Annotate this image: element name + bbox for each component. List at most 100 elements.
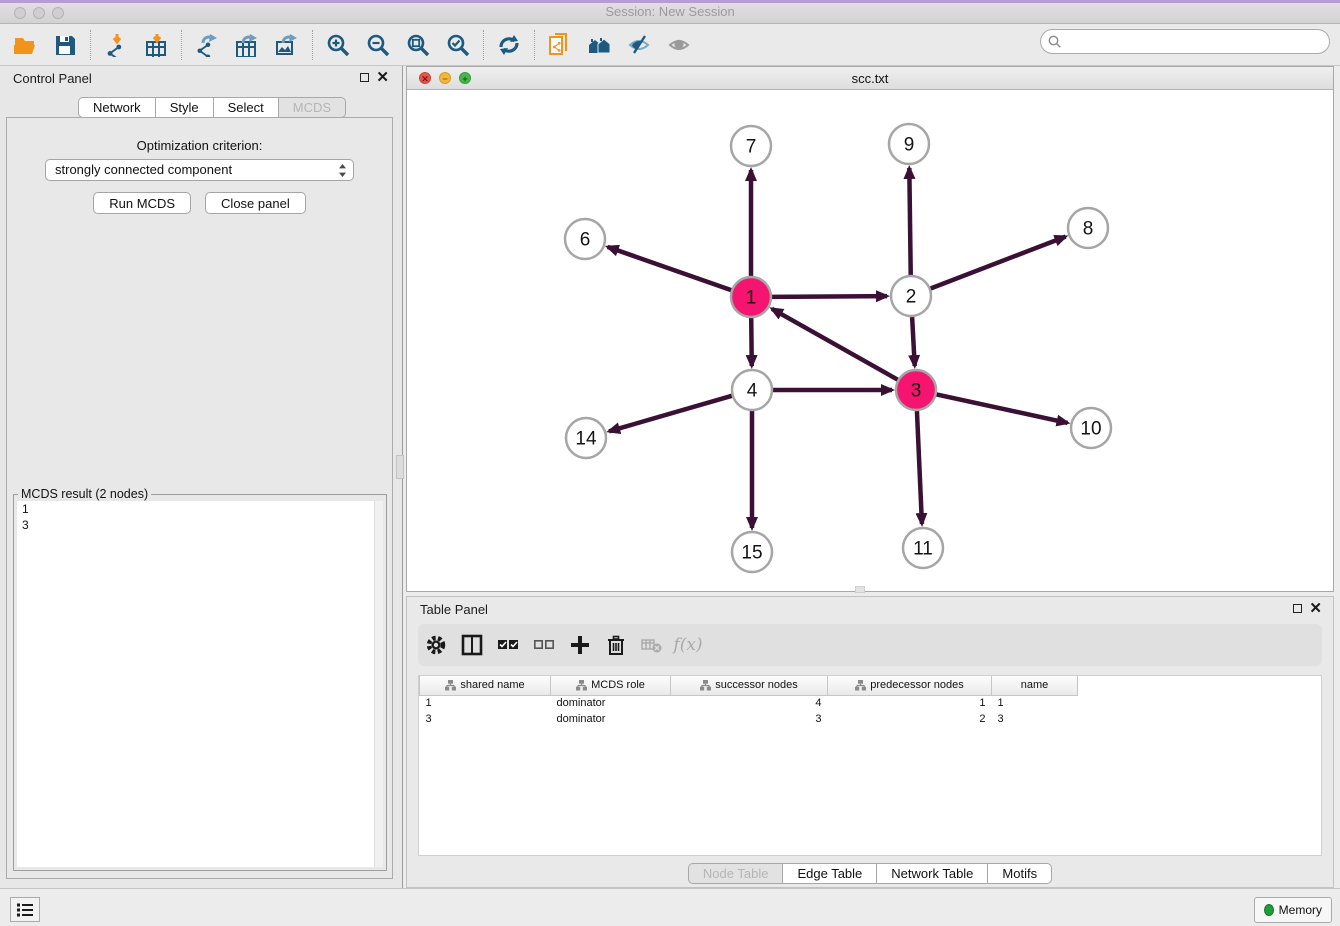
cell-predecessor-nodes[interactable]: 1 xyxy=(828,695,992,711)
open-folder-button[interactable] xyxy=(8,29,42,61)
node-11[interactable]: 11 xyxy=(903,528,943,568)
node-8[interactable]: 8 xyxy=(1068,208,1108,248)
cell-MCDS-role[interactable]: dominator xyxy=(551,711,671,727)
tab-network[interactable]: Network xyxy=(78,97,155,118)
task-history-button[interactable] xyxy=(10,897,40,922)
eye-slash-button[interactable] xyxy=(623,29,657,61)
tab-motifs[interactable]: Motifs xyxy=(987,863,1052,884)
control-panel-title: Control Panel xyxy=(13,71,92,86)
memory-status-icon xyxy=(1264,904,1274,916)
criterion-value: strongly connected component xyxy=(55,162,232,177)
edge-1-2[interactable] xyxy=(772,296,887,297)
edge-1-4[interactable] xyxy=(751,318,752,366)
column-header-successor-nodes[interactable]: successor nodes xyxy=(671,676,828,695)
search-input[interactable] xyxy=(1066,35,1329,49)
node-7[interactable]: 7 xyxy=(731,126,771,166)
zoom-selected-button[interactable] xyxy=(441,29,475,61)
node-table: shared nameMCDS rolesuccessor nodesprede… xyxy=(418,675,1322,856)
node-3[interactable]: 3 xyxy=(896,370,936,410)
edge-2-3[interactable] xyxy=(912,317,915,366)
network-canvas[interactable]: 7 9 6 8 1 2 4 3 14 10 15 11 xyxy=(407,90,1333,591)
node-label: 7 xyxy=(746,137,757,158)
export-table-icon xyxy=(235,33,259,57)
cell-MCDS-role[interactable]: dominator xyxy=(551,695,671,711)
node-10[interactable]: 10 xyxy=(1071,408,1111,448)
close-panel-icon[interactable]: ✕ xyxy=(376,68,389,86)
table-row[interactable]: 1dominator411 xyxy=(420,695,1078,711)
mcds-result-list[interactable]: 13 xyxy=(17,501,383,867)
run-mcds-button[interactable]: Run MCDS xyxy=(93,192,191,214)
gear-button[interactable] xyxy=(418,628,454,662)
hierarchy-icon xyxy=(576,680,587,691)
node-2[interactable]: 2 xyxy=(891,276,931,316)
float-table-panel-icon[interactable] xyxy=(1293,604,1302,613)
cell-name[interactable]: 3 xyxy=(992,711,1078,727)
deselect-all-button[interactable] xyxy=(526,628,562,662)
column-header-predecessor-nodes[interactable]: predecessor nodes xyxy=(828,676,992,695)
node-15[interactable]: 15 xyxy=(732,532,772,572)
add-column-button[interactable] xyxy=(562,628,598,662)
node-14[interactable]: 14 xyxy=(566,418,606,458)
table-row[interactable]: 3dominator323 xyxy=(420,711,1078,727)
edge-3-1[interactable] xyxy=(772,309,898,380)
eye-button[interactable] xyxy=(663,29,697,61)
column-header-MCDS-role[interactable]: MCDS role xyxy=(551,676,671,695)
panel-divider-grip[interactable] xyxy=(396,455,404,479)
node-9[interactable]: 9 xyxy=(889,124,929,164)
cell-predecessor-nodes[interactable]: 2 xyxy=(828,711,992,727)
import-table-button[interactable] xyxy=(139,29,173,61)
column-header-name[interactable]: name xyxy=(992,676,1078,695)
node-6[interactable]: 6 xyxy=(565,219,605,259)
edge-4-14[interactable] xyxy=(609,396,732,432)
save-button[interactable] xyxy=(48,29,82,61)
cell-successor-nodes[interactable]: 3 xyxy=(671,711,828,727)
memory-button[interactable]: Memory xyxy=(1254,897,1332,923)
tab-network-table[interactable]: Network Table xyxy=(876,863,987,884)
edge-3-10[interactable] xyxy=(937,394,1068,422)
cell-shared-name[interactable]: 1 xyxy=(420,695,551,711)
cell-name[interactable]: 1 xyxy=(992,695,1078,711)
zoom-in-button[interactable] xyxy=(321,29,355,61)
node-4[interactable]: 4 xyxy=(732,370,772,410)
hierarchy-icon xyxy=(445,680,456,691)
column-header-shared-name[interactable]: shared name xyxy=(420,676,551,695)
tab-edge-table[interactable]: Edge Table xyxy=(782,863,876,884)
cell-shared-name[interactable]: 3 xyxy=(420,711,551,727)
criterion-dropdown[interactable]: strongly connected component xyxy=(45,159,354,181)
close-table-panel-icon[interactable]: ✕ xyxy=(1309,599,1322,617)
zoom-fit-button[interactable] xyxy=(401,29,435,61)
tab-mcds[interactable]: MCDS xyxy=(278,97,346,118)
search-field[interactable] xyxy=(1040,29,1330,54)
node-1[interactable]: 1 xyxy=(731,277,771,317)
edge-1-6[interactable] xyxy=(608,247,732,290)
home-button[interactable] xyxy=(583,29,617,61)
import-network-button[interactable] xyxy=(99,29,133,61)
column-view-button[interactable] xyxy=(454,628,490,662)
export-network-icon xyxy=(195,33,219,57)
toolbar-separator xyxy=(90,30,91,60)
node-label: 8 xyxy=(1083,219,1094,240)
edge-2-9[interactable] xyxy=(909,168,910,275)
edge-3-11[interactable] xyxy=(917,411,922,524)
result-scrollbar[interactable] xyxy=(374,501,383,867)
delete-column-button[interactable] xyxy=(598,628,634,662)
cell-successor-nodes[interactable]: 4 xyxy=(671,695,828,711)
close-panel-button[interactable]: Close panel xyxy=(205,192,306,214)
toolbar-separator xyxy=(181,30,182,60)
float-panel-icon[interactable] xyxy=(360,73,369,82)
split-pane-grip[interactable] xyxy=(855,586,865,593)
tab-select[interactable]: Select xyxy=(213,97,278,118)
control-panel-header: Control Panel ✕ xyxy=(0,66,402,90)
edge-2-8[interactable] xyxy=(931,237,1066,289)
node-label: 10 xyxy=(1080,419,1101,440)
zoom-out-button[interactable] xyxy=(361,29,395,61)
select-all-button[interactable] xyxy=(490,628,526,662)
tab-style[interactable]: Style xyxy=(155,97,213,118)
export-table-button[interactable] xyxy=(230,29,264,61)
tab-node-table[interactable]: Node Table xyxy=(688,863,783,884)
duplicate-network-button[interactable] xyxy=(543,29,577,61)
export-network-button[interactable] xyxy=(190,29,224,61)
refresh-button[interactable] xyxy=(492,29,526,61)
export-image-button[interactable] xyxy=(270,29,304,61)
toolbar-separator xyxy=(534,30,535,60)
